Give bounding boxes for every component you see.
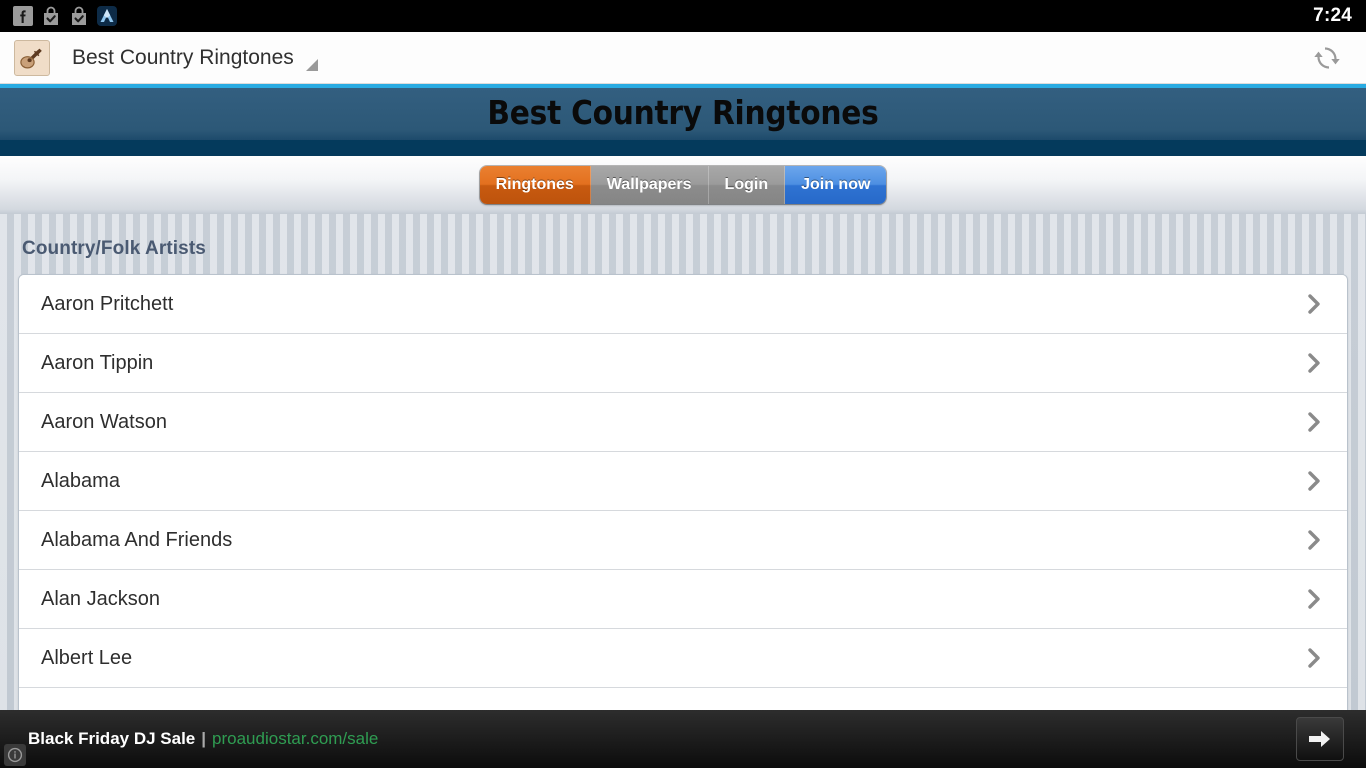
chevron-right-icon	[1307, 393, 1321, 451]
artist-name: Aaron Pritchett	[41, 292, 174, 315]
list-item[interactable]: Albert Lee	[19, 629, 1347, 688]
artist-list: Aaron Pritchett Aaron Tippin Aaron Watso…	[18, 274, 1348, 748]
section-title: Country/Folk Artists	[22, 238, 206, 259]
play-store-download-complete-icon	[44, 6, 58, 25]
tab-ringtones[interactable]: Ringtones	[479, 166, 591, 204]
artist-name: Aaron Watson	[41, 410, 167, 433]
site-title: Best Country Ringtones	[487, 92, 879, 132]
artist-name: Alabama	[41, 469, 120, 492]
site-nav-bar: Ringtones Wallpapers Login Join now	[0, 156, 1366, 214]
list-item[interactable]: Alabama And Friends	[19, 511, 1347, 570]
list-item[interactable]: Alan Jackson	[19, 570, 1347, 629]
list-item[interactable]: Aaron Pritchett	[19, 275, 1347, 334]
site-banner: Best Country Ringtones	[0, 84, 1366, 156]
chevron-right-icon	[1307, 334, 1321, 392]
ad-banner[interactable]: Black Friday DJ Sale | proaudiostar.com/sa…	[0, 710, 1366, 768]
status-clock: 7:24	[1313, 5, 1352, 26]
play-store-download-complete-icon	[72, 6, 86, 25]
page-content: Country/Folk Artists Aaron Pritchett Aar…	[0, 214, 1366, 748]
ad-url[interactable]: proaudiostar.com/sale	[212, 729, 378, 748]
chevron-right-icon	[1307, 629, 1321, 687]
list-item[interactable]: Aaron Watson	[19, 393, 1347, 452]
ad-separator: |	[201, 729, 207, 748]
list-item[interactable]: Alabama	[19, 452, 1347, 511]
ad-headline: Black Friday DJ Sale	[28, 729, 196, 748]
reload-icon[interactable]	[1310, 41, 1344, 75]
android-status-bar: 7:24	[0, 0, 1366, 32]
tab-resize-handle[interactable]	[305, 58, 318, 71]
screen: 7:24 Best Country Ringtones Best Country…	[0, 0, 1366, 768]
tab-join-now-label: Join now	[801, 176, 871, 193]
tab-join-now[interactable]: Join now	[785, 166, 887, 204]
tab-wallpapers-label: Wallpapers	[606, 176, 692, 193]
artist-name: Albert Lee	[41, 646, 133, 669]
ad-go-arrow[interactable]	[1296, 717, 1344, 761]
chevron-right-icon	[1307, 275, 1321, 333]
artist-name: Alabama And Friends	[41, 528, 233, 551]
list-item[interactable]: Aaron Tippin	[19, 334, 1347, 393]
ad-text: Black Friday DJ Sale | proaudiostar.com/sa…	[0, 729, 378, 749]
tab-login-label: Login	[724, 176, 769, 193]
chevron-right-icon	[1307, 511, 1321, 569]
browser-tab-bar: Best Country Ringtones	[0, 32, 1366, 84]
artist-name: Aaron Tippin	[41, 351, 154, 374]
guitar-icon	[14, 39, 50, 76]
app-icon	[97, 6, 117, 26]
tab-login[interactable]: Login	[708, 166, 786, 204]
tab-ringtones-label: Ringtones	[495, 176, 574, 193]
status-icon-group	[0, 5, 118, 27]
chevron-right-icon	[1307, 570, 1321, 628]
page-title: Best Country Ringtones	[72, 45, 294, 69]
ad-info-icon[interactable]	[4, 744, 26, 766]
tab-wallpapers[interactable]: Wallpapers	[590, 166, 709, 204]
artist-name: Alan Jackson	[41, 587, 160, 610]
chevron-right-icon	[1307, 452, 1321, 510]
nav-tab-group: Ringtones Wallpapers Login Join now	[479, 166, 887, 204]
facebook-icon	[13, 6, 33, 26]
